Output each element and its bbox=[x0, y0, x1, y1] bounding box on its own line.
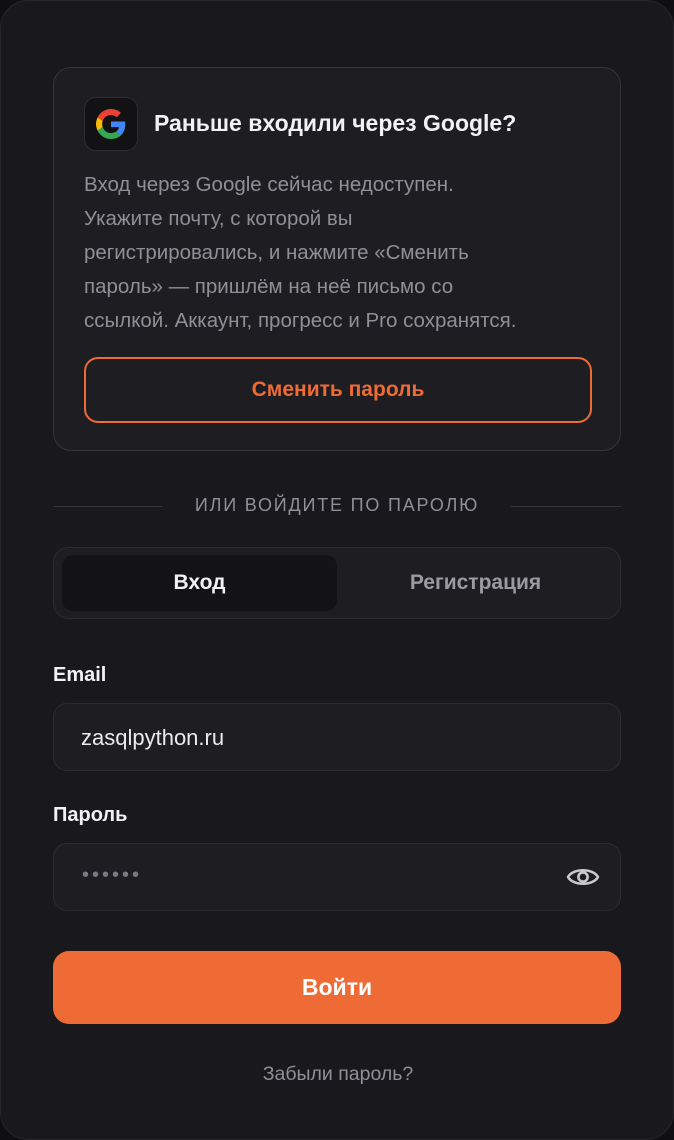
notice-line: ссылкой. Аккаунт, прогресс и Pro сохраня… bbox=[84, 309, 517, 332]
password-field[interactable]: •••••• bbox=[53, 843, 621, 911]
notice-description: Вход через Google сейчас недоступен. Ука… bbox=[84, 168, 594, 338]
email-field[interactable]: zasqlpython.ru bbox=[53, 703, 621, 771]
notice-title: Раньше входили через Google? bbox=[154, 110, 517, 136]
google-logo-badge bbox=[84, 97, 138, 151]
notice-line: Укажите почту, с которой вы bbox=[84, 207, 353, 230]
google-notice-panel: Раньше входили через Google? Вход через … bbox=[53, 67, 621, 451]
forgot-password-link[interactable]: Забыли пароль? bbox=[1, 1063, 674, 1086]
tab-register[interactable]: Регистрация bbox=[337, 555, 614, 611]
notice-line: пароль» — пришлём на неё письмо со bbox=[84, 275, 454, 298]
divider-line-right bbox=[511, 506, 621, 507]
change-password-button[interactable]: Сменить пароль bbox=[84, 357, 592, 423]
auth-tabs: Вход Регистрация bbox=[53, 547, 621, 619]
auth-card: Раньше входили через Google? Вход через … bbox=[0, 0, 674, 1140]
password-masked-value: •••••• bbox=[82, 864, 143, 886]
email-label: Email bbox=[53, 664, 107, 686]
tab-login[interactable]: Вход bbox=[62, 555, 337, 611]
or-divider: ИЛИ ВОЙДИТЕ ПО ПАРОЛЮ bbox=[53, 493, 621, 519]
notice-line: Вход через Google сейчас недоступен. bbox=[84, 173, 454, 196]
email-value: zasqlpython.ru bbox=[81, 725, 225, 750]
eye-icon[interactable] bbox=[566, 862, 600, 892]
google-logo-icon bbox=[96, 109, 126, 139]
login-submit-button[interactable]: Войти bbox=[53, 951, 621, 1024]
notice-line: регистрировались, и нажмите «Сменить bbox=[84, 241, 469, 264]
password-label: Пароль bbox=[53, 804, 128, 826]
